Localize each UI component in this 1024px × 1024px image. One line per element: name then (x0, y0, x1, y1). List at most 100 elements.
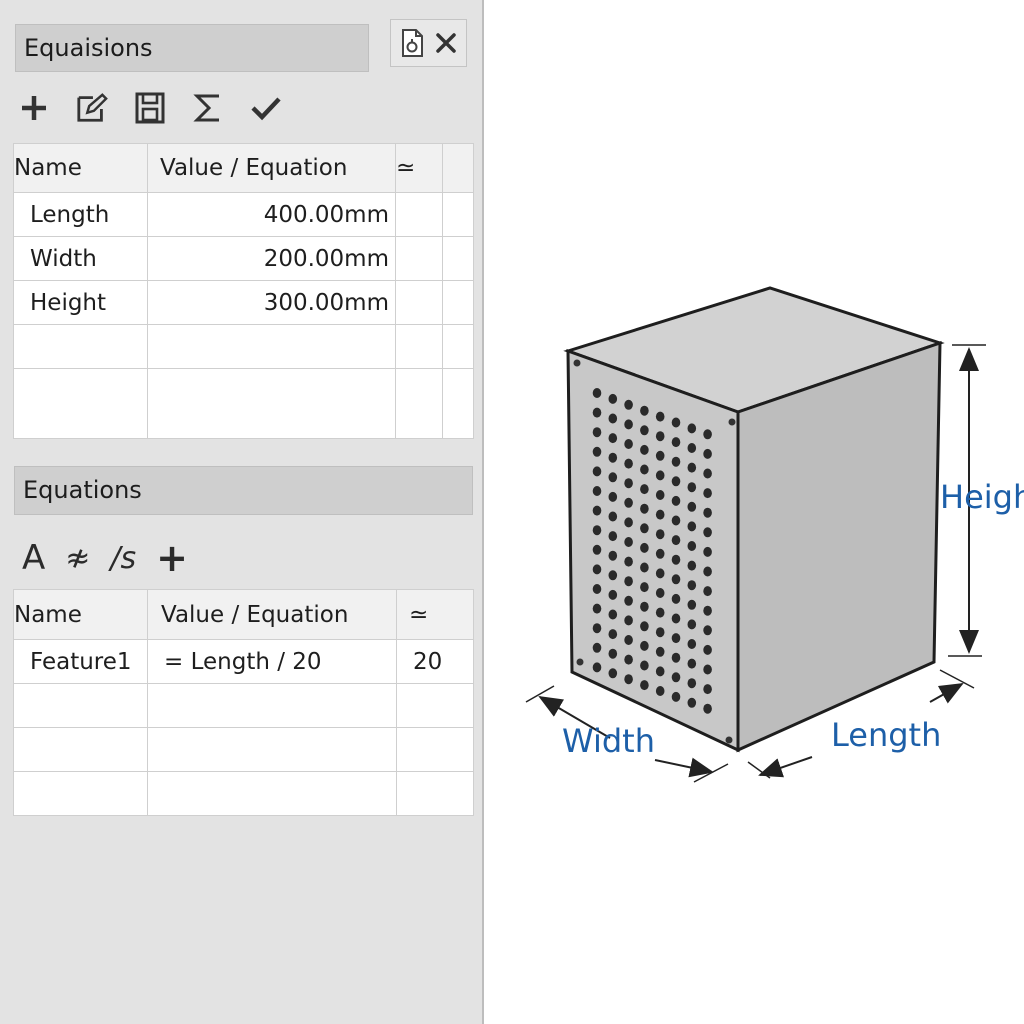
empty-cell[interactable] (397, 728, 474, 772)
vent-hole (609, 649, 618, 659)
panel-title: Equaisions (15, 24, 369, 72)
vent-hole (640, 445, 649, 455)
vent-hole (672, 535, 681, 545)
empty-row[interactable] (14, 369, 474, 439)
empty-cell[interactable] (148, 772, 397, 816)
save-icon[interactable] (134, 90, 166, 126)
empty-row[interactable] (14, 684, 474, 728)
close-icon[interactable] (434, 31, 458, 55)
vent-hole (640, 582, 649, 592)
vent-hole (640, 641, 649, 651)
vent-hole (640, 484, 649, 494)
empty-cell[interactable] (148, 728, 397, 772)
sum-icon[interactable] (192, 90, 224, 126)
vent-hole (609, 433, 618, 443)
empty-cell[interactable] (14, 684, 148, 728)
vent-hole (688, 698, 697, 708)
vent-hole (703, 449, 712, 459)
column-header-value[interactable]: Value / Equation (148, 590, 397, 640)
empty-cell[interactable] (396, 325, 443, 369)
column-header-name[interactable]: Name (14, 590, 148, 640)
vent-hole (656, 666, 665, 676)
row-flag[interactable] (396, 281, 443, 325)
vent-hole (593, 623, 602, 633)
row-name[interactable]: Width (14, 237, 148, 281)
row-spacer (443, 193, 474, 237)
column-header-flag[interactable]: ≃ (396, 144, 443, 193)
vent-hole (688, 580, 697, 590)
column-header-empty (443, 144, 474, 193)
empty-cell[interactable] (14, 728, 148, 772)
empty-cell[interactable] (148, 684, 397, 728)
vent-hole (688, 619, 697, 629)
row-value[interactable]: 300.00mm (148, 281, 396, 325)
vent-hole (593, 643, 602, 653)
empty-cell[interactable] (148, 369, 396, 439)
add-equation-icon[interactable]: + (156, 538, 188, 578)
vent-hole (672, 574, 681, 584)
vent-hole (656, 549, 665, 559)
vent-hole (672, 692, 681, 702)
format-icon[interactable]: /s (110, 538, 136, 578)
row-value[interactable]: 400.00mm (148, 193, 396, 237)
model-viewport[interactable]: Heigh Width Length (500, 0, 1024, 1024)
vent-hole (703, 684, 712, 694)
column-header-name[interactable]: Name (14, 144, 148, 193)
vent-hole (672, 594, 681, 604)
length-arrow-right (930, 684, 962, 702)
vent-hole (593, 388, 602, 398)
empty-cell[interactable] (148, 325, 396, 369)
main-toolbar (18, 86, 308, 130)
row-name[interactable]: Feature1 (14, 640, 148, 684)
table-row[interactable]: Height 300.00mm (14, 281, 474, 325)
text-icon[interactable]: A (22, 538, 45, 578)
vent-hole (609, 512, 618, 522)
empty-row[interactable] (14, 325, 474, 369)
row-flag[interactable] (396, 237, 443, 281)
row-spacer (443, 281, 474, 325)
vent-hole (640, 523, 649, 533)
vent-hole (672, 614, 681, 624)
vent-hole (640, 680, 649, 690)
row-result[interactable]: 20 (397, 640, 474, 684)
table-row[interactable]: Feature1 = Length / 20 20 (14, 640, 474, 684)
vent-hole (656, 510, 665, 520)
vent-hole (672, 555, 681, 565)
row-flag[interactable] (396, 193, 443, 237)
empty-cell[interactable] (14, 369, 148, 439)
add-icon[interactable] (18, 90, 50, 126)
empty-cell[interactable] (397, 772, 474, 816)
vent-hole (688, 463, 697, 473)
empty-cell[interactable] (396, 369, 443, 439)
vent-hole (703, 586, 712, 596)
row-name[interactable]: Height (14, 281, 148, 325)
row-name[interactable]: Length (14, 193, 148, 237)
empty-cell[interactable] (14, 325, 148, 369)
empty-row[interactable] (14, 728, 474, 772)
pin-icon[interactable] (399, 28, 425, 58)
align-icon[interactable]: ≉ (65, 538, 90, 578)
vent-hole (656, 568, 665, 578)
vent-hole (593, 662, 602, 672)
table-row[interactable]: Width 200.00mm (14, 237, 474, 281)
row-equation[interactable]: = Length / 20 (148, 640, 397, 684)
vent-hole (656, 451, 665, 461)
vent-hole (640, 661, 649, 671)
vent-hole (656, 431, 665, 441)
screw (726, 737, 733, 744)
row-value[interactable]: 200.00mm (148, 237, 396, 281)
empty-cell[interactable] (14, 772, 148, 816)
check-icon[interactable] (250, 90, 282, 126)
table-row[interactable]: Length 400.00mm (14, 193, 474, 237)
empty-row[interactable] (14, 772, 474, 816)
vent-hole (703, 527, 712, 537)
column-header-flag[interactable]: ≃ (397, 590, 474, 640)
vent-hole (640, 563, 649, 573)
vent-hole (624, 419, 633, 429)
vent-hole (656, 647, 665, 657)
vent-hole (640, 406, 649, 416)
empty-cell[interactable] (397, 684, 474, 728)
vent-hole (703, 508, 712, 518)
edit-icon[interactable] (76, 90, 108, 126)
column-header-value[interactable]: Value / Equation (148, 144, 396, 193)
